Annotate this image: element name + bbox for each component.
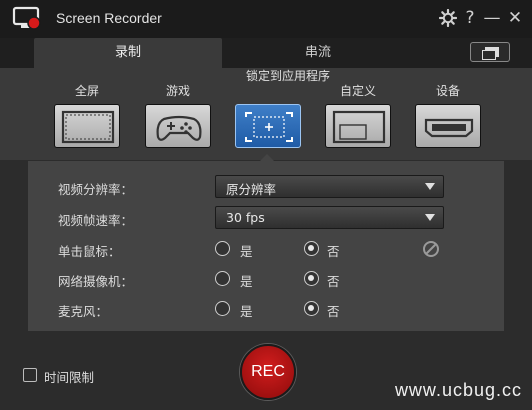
mode-fullscreen: 全屏	[52, 68, 122, 148]
title-bar: Screen Recorder ? — ✕	[0, 0, 532, 38]
record-button[interactable]: REC	[240, 344, 296, 400]
device-mode-button[interactable]	[415, 104, 481, 148]
fullscreen-mode-button[interactable]	[54, 104, 120, 148]
mode-label: 全屏	[74, 84, 99, 98]
tab-record[interactable]: 录制	[34, 38, 222, 68]
window-title: Screen Recorder	[56, 10, 162, 26]
framerate-dropdown[interactable]: 30 fps	[215, 206, 444, 229]
tab-bar: 录制 串流	[0, 38, 532, 68]
close-button[interactable]: ✕	[505, 8, 525, 28]
resolution-dropdown[interactable]: 原分辨率	[215, 175, 444, 198]
game-mode-button[interactable]	[145, 104, 211, 148]
framerate-row: 视频帧速率： 30 fps	[28, 204, 504, 232]
minimize-button[interactable]: —	[482, 8, 502, 28]
resolution-row: 视频分辨率： 原分辨率	[28, 173, 504, 201]
capture-mode-strip: 全屏 游戏 锁定到应用程序 自定义 设备	[0, 68, 532, 160]
time-limit-checkbox[interactable]	[23, 368, 37, 382]
mouse-click-yes-label: 是	[240, 244, 253, 259]
webcam-yes-label: 是	[240, 274, 253, 289]
mouse-click-row: 单击鼠标： 是 否	[28, 235, 504, 263]
mode-device: 设备	[413, 68, 483, 148]
microphone-label: 麦克风：	[58, 304, 109, 319]
window-mode-button[interactable]	[470, 42, 510, 62]
webcam-no-radio[interactable]	[304, 271, 319, 286]
watermark-text: www.ucbug.cc	[394, 380, 522, 400]
recording-settings-panel: 视频分辨率： 原分辨率 视频帧速率： 30 fps 单击鼠标： 是 否 网络摄像…	[28, 161, 504, 331]
webcam-no-label: 否	[327, 274, 340, 289]
resolution-label: 视频分辨率：	[58, 182, 134, 197]
active-mode-caret	[260, 154, 274, 161]
mouse-click-no-radio[interactable]	[304, 241, 319, 256]
mode-label: 自定义	[339, 84, 376, 98]
webcam-label: 网络摄像机：	[58, 274, 134, 289]
mouse-click-yes-radio[interactable]	[215, 241, 230, 256]
microphone-row: 麦克风： 是 否	[28, 295, 504, 323]
mode-custom: 自定义	[323, 68, 393, 148]
microphone-no-radio[interactable]	[304, 301, 319, 316]
custom-area-icon	[332, 110, 386, 144]
framerate-label: 视频帧速率：	[58, 213, 134, 228]
mode-game: 游戏	[143, 68, 213, 148]
mouse-click-label: 单击鼠标：	[58, 244, 121, 259]
webcam-row: 网络摄像机： 是 否	[28, 265, 504, 293]
mouse-click-no-label: 否	[327, 244, 340, 259]
help-button[interactable]: ?	[460, 8, 480, 28]
framerate-value: 30 fps	[226, 210, 265, 225]
dropdown-arrow-icon	[425, 214, 435, 221]
microphone-yes-label: 是	[240, 304, 253, 319]
tab-stream[interactable]: 串流	[224, 38, 412, 68]
window-back-icon	[482, 50, 496, 60]
resolution-value: 原分辨率	[226, 182, 277, 197]
mode-label: 游戏	[165, 84, 190, 98]
time-limit-label: 时间限制	[44, 370, 95, 385]
hdmi-device-icon	[424, 118, 474, 138]
dropdown-arrow-icon	[425, 183, 435, 190]
gamepad-icon	[156, 115, 202, 141]
fullscreen-icon	[61, 110, 115, 144]
lock-app-icon	[245, 112, 293, 142]
settings-gear-icon[interactable]	[438, 8, 458, 28]
app-logo-icon	[12, 6, 41, 30]
microphone-no-label: 否	[327, 304, 340, 319]
mode-lock-app: 锁定到应用程序	[233, 68, 330, 148]
webcam-yes-radio[interactable]	[215, 271, 230, 286]
custom-mode-button[interactable]	[325, 104, 391, 148]
mode-label: 设备	[435, 84, 460, 98]
microphone-yes-radio[interactable]	[215, 301, 230, 316]
lock-app-mode-button[interactable]	[235, 104, 301, 148]
disabled-forbid-icon	[423, 241, 439, 257]
